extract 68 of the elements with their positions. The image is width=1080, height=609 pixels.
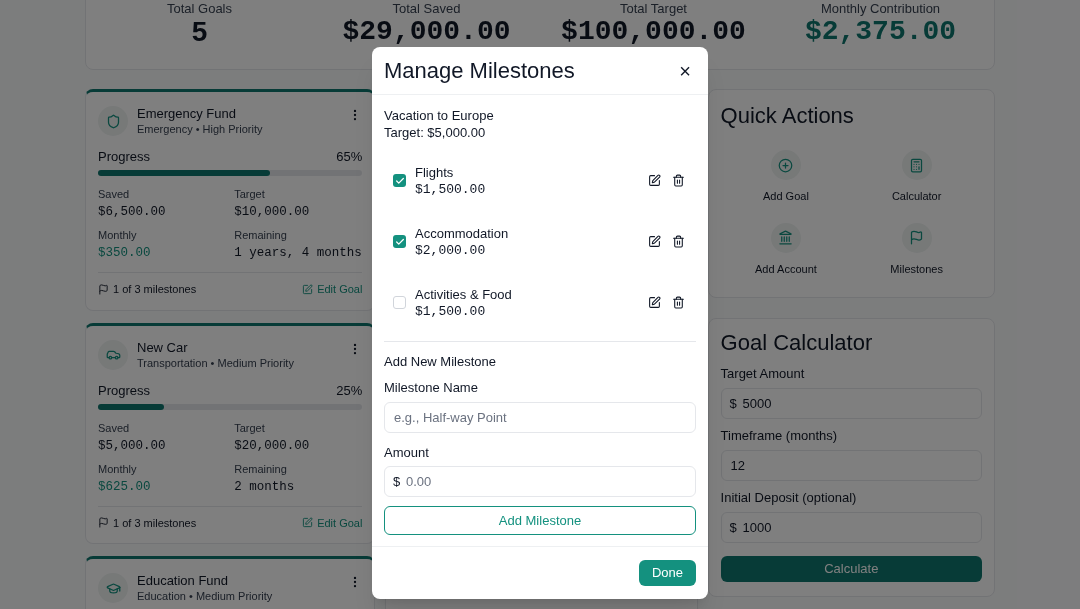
stat-value: $100,000.00: [561, 16, 746, 48]
progress-label: Progress: [98, 148, 151, 166]
field-value: 1 years, 4 months: [234, 245, 363, 262]
goal-category: Emergency • High Priority: [137, 122, 264, 136]
goal-category: Education • Medium Priority: [137, 589, 274, 603]
quick-action-button[interactable]: Calculator: [851, 150, 982, 205]
field-label: Remaining: [234, 228, 288, 243]
field-label: Monthly: [98, 228, 138, 243]
progress-label: Progress: [98, 381, 151, 400]
goal-name: Vacation to Europe: [384, 107, 495, 124]
currency-symbol: $: [393, 473, 401, 490]
input-field[interactable]: 12: [720, 450, 982, 481]
field-value: $5,000.00: [98, 437, 167, 455]
currency-symbol: $: [729, 395, 737, 412]
field-label: Target Amount: [720, 365, 806, 383]
quick-action-button[interactable]: Add Account: [720, 222, 852, 277]
goal-title: Emergency Fund: [137, 106, 237, 122]
stat-label: Total Saved: [392, 2, 461, 16]
dialog-title: Manage Milestones: [384, 57, 575, 85]
field-value: $350.00: [98, 245, 152, 262]
progress-percent: 65%: [336, 148, 363, 166]
section-title: Add New Milestone: [384, 353, 497, 370]
field-label: Milestone Name: [384, 379, 479, 396]
goal-title: Education Fund: [137, 573, 230, 589]
field-label: Target: [234, 420, 266, 436]
milestone-name: Flights: [415, 163, 455, 181]
milestone-name: Activities & Food: [415, 285, 513, 303]
edit-goal-link[interactable]: Edit Goal: [302, 281, 363, 298]
milestone-name: Accommodation: [415, 224, 510, 242]
field-label: Saved: [98, 420, 131, 436]
done-button[interactable]: Done: [638, 560, 696, 586]
currency-symbol: $: [729, 519, 737, 536]
progress-percent: 25%: [336, 381, 363, 400]
card-title: Quick Actions: [720, 102, 855, 130]
milestone-count: 1 of 3 milestones: [113, 515, 197, 531]
milestone-count: 1 of 3 milestones: [113, 282, 197, 297]
field-label: Initial Deposit (optional): [720, 489, 858, 507]
field-value: 2 months: [234, 478, 296, 496]
quick-action-button[interactable]: Milestones: [851, 222, 982, 277]
card-title: Goal Calculator: [720, 329, 874, 357]
milestone-amount: $2,000.00: [415, 241, 487, 259]
field-value: $10,000.00: [234, 204, 311, 221]
goal-title: New Car: [137, 339, 189, 356]
stat-value: $29,000.00: [342, 16, 511, 48]
field-label: Amount: [384, 444, 430, 461]
calculate-button[interactable]: Calculate: [720, 556, 982, 582]
field-label: Monthly: [98, 461, 138, 477]
stat-value: $2,375.00: [804, 16, 957, 48]
add-milestone-button[interactable]: Add Milestone: [384, 506, 696, 535]
field-label: Saved: [98, 187, 131, 202]
quick-action-button[interactable]: Add Goal: [720, 150, 852, 205]
close-button[interactable]: ×: [675, 60, 695, 81]
milestone-amount: $1,500.00: [415, 180, 487, 198]
field-label: Remaining: [234, 461, 288, 477]
stat-label: Total Goals: [166, 2, 232, 16]
goal-target: Target: $5,000.00: [384, 124, 487, 141]
stat-value: 5: [191, 16, 208, 48]
milestone-name-field[interactable]: e.g., Half-way Point: [384, 402, 696, 433]
edit-goal-link[interactable]: Edit Goal: [302, 514, 363, 531]
stat-label: Monthly Contribution: [820, 2, 941, 16]
goal-category: Transportation • Medium Priority: [137, 355, 295, 370]
field-value: $20,000.00: [234, 437, 311, 455]
field-value: $6,500.00: [98, 204, 167, 221]
field-label: Target: [234, 187, 266, 202]
field-label: Timeframe (months): [720, 427, 839, 445]
milestone-amount: $1,500.00: [415, 302, 487, 320]
field-value: $625.00: [98, 478, 152, 496]
stat-label: Total Target: [620, 2, 687, 16]
